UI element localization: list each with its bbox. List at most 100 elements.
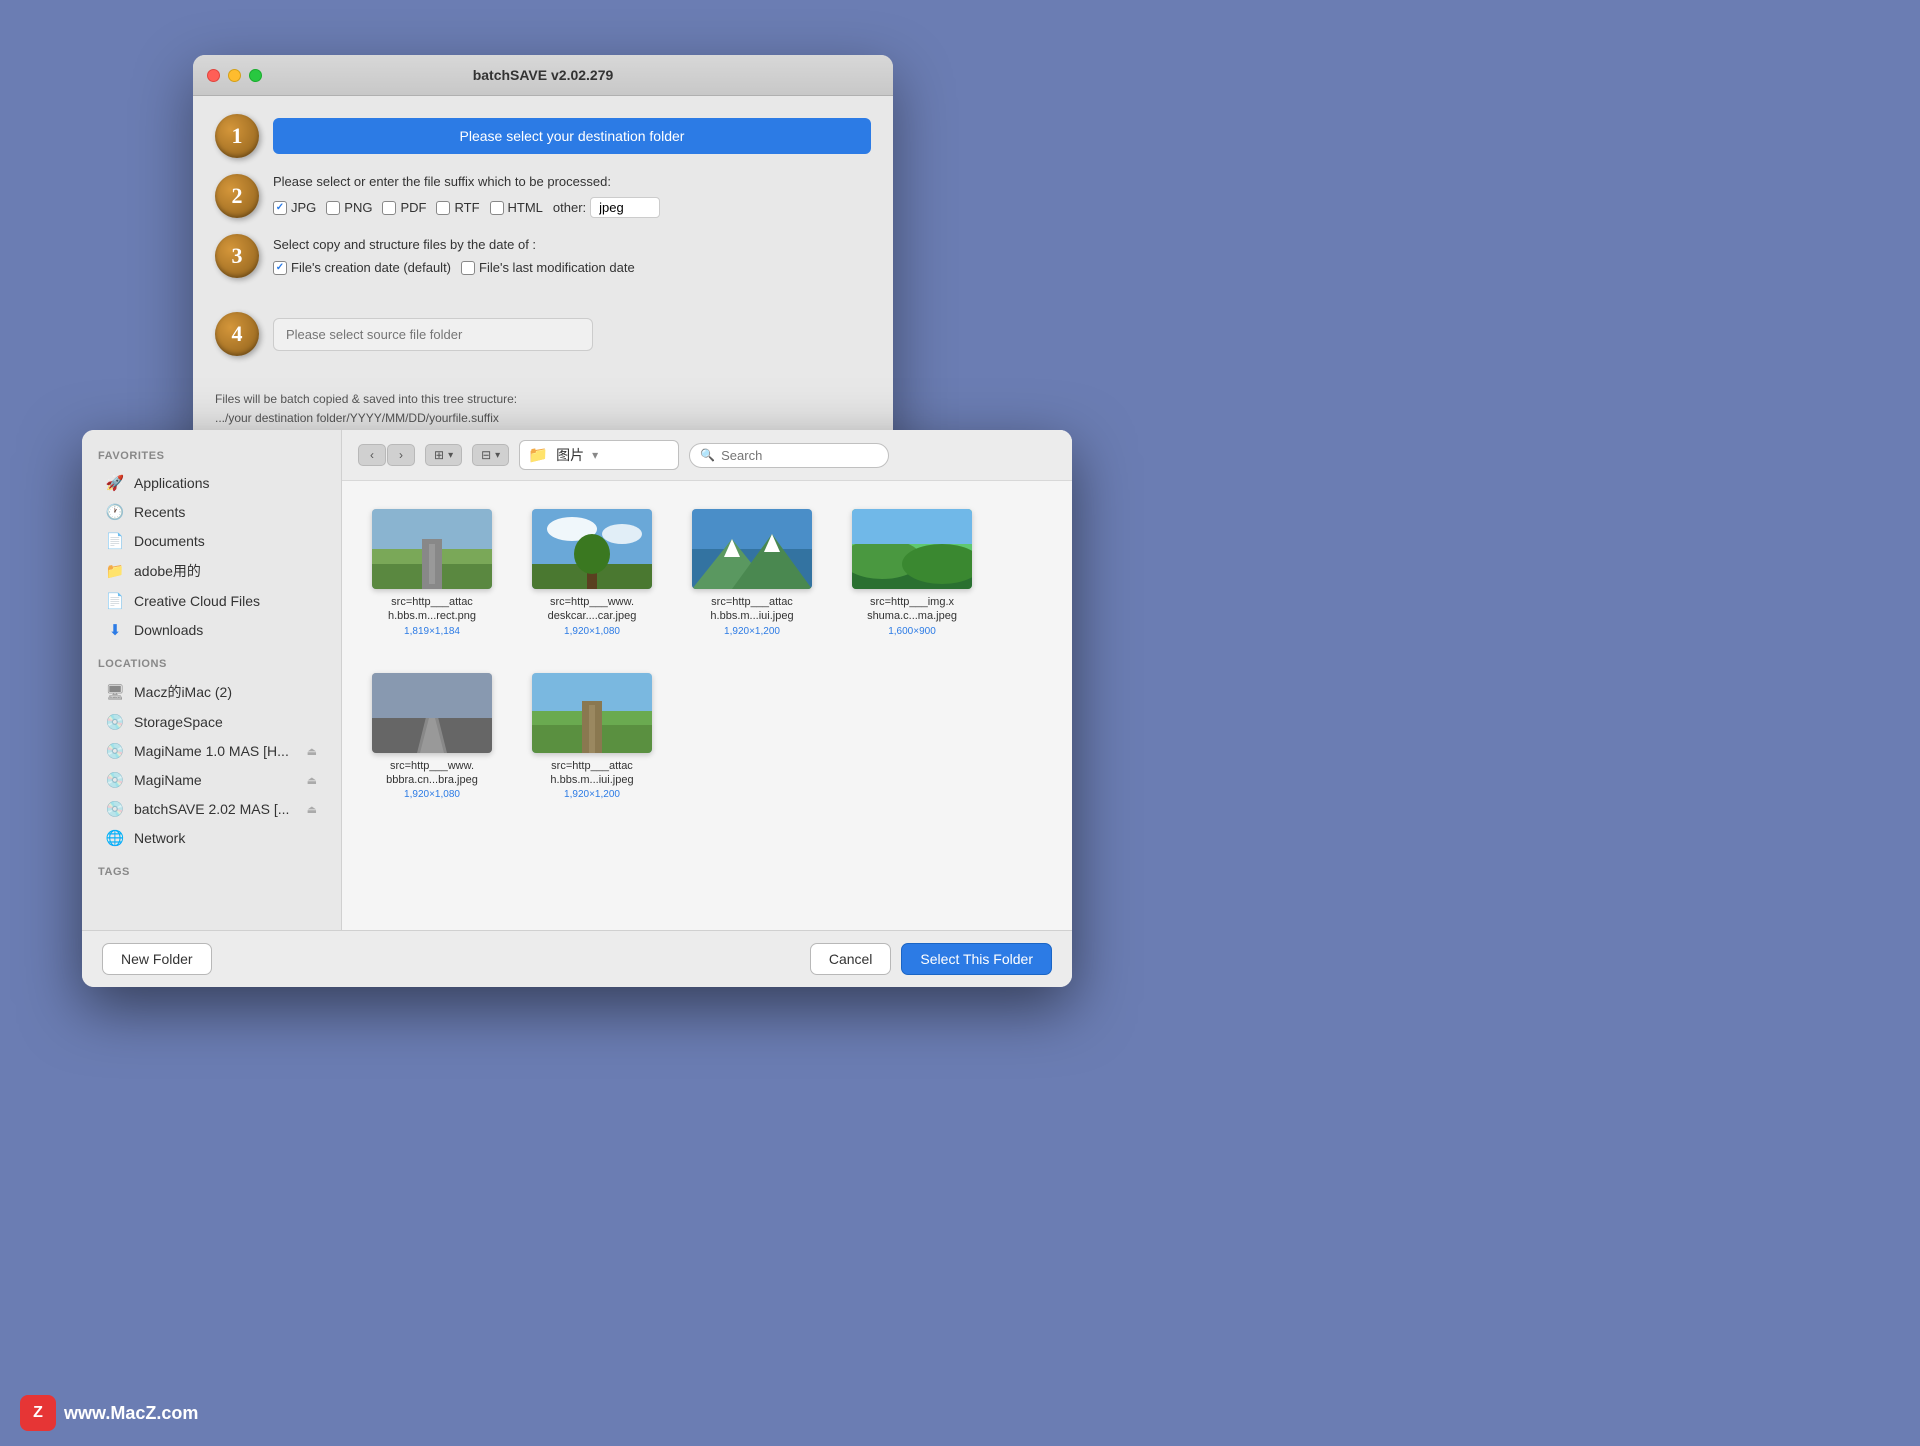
sidebar-item-downloads[interactable]: ⬇ Downloads xyxy=(90,616,333,644)
sidebar-item-documents[interactable]: 📄 Documents xyxy=(90,527,333,555)
step-2-content: Please select or enter the file suffix w… xyxy=(273,174,871,218)
locations-label: Locations xyxy=(82,658,341,676)
maginame1-label: MagiName 1.0 MAS [H... xyxy=(134,743,289,759)
minimize-button[interactable] xyxy=(228,69,241,82)
list-icon: ⊟ xyxy=(481,448,491,462)
picker-body: Favorites 🚀 Applications 🕐 Recents 📄 Doc… xyxy=(82,430,1072,930)
step-3-content: Select copy and structure files by the d… xyxy=(273,237,871,275)
file-item[interactable]: src=http___attach.bbs.m...iui.jpeg 1,920… xyxy=(682,501,822,645)
close-button[interactable] xyxy=(207,69,220,82)
grid-view-button[interactable]: ⊞ ▾ xyxy=(425,444,462,466)
html-label: HTML xyxy=(508,200,543,215)
rtf-checkbox[interactable] xyxy=(436,201,450,215)
list-chevron: ▾ xyxy=(495,450,500,461)
file-name: src=http___www.deskcar....car.jpeg xyxy=(548,595,637,624)
storage-icon: 💿 xyxy=(106,713,124,731)
file-name: src=http___www.bbbra.cn...bra.jpeg xyxy=(386,759,478,788)
creation-date-checkbox[interactable] xyxy=(273,261,287,275)
other-input[interactable] xyxy=(590,197,660,218)
file-item[interactable]: src=http___attach.bbs.m...iui.jpeg 1,920… xyxy=(522,665,662,809)
file-name: src=http___attach.bbs.m...iui.jpeg xyxy=(710,595,793,624)
sidebar-item-network[interactable]: 🌐 Network xyxy=(90,824,333,852)
pdf-checkbox[interactable] xyxy=(382,201,396,215)
creative-cloud-icon: 📄 xyxy=(106,592,124,610)
select-destination-button[interactable]: Please select your destination folder xyxy=(273,118,871,154)
adobe-icon: 📁 xyxy=(106,562,124,580)
checkbox-png[interactable]: PNG xyxy=(326,200,372,215)
back-button[interactable]: ‹ xyxy=(358,444,386,466)
picker-toolbar: ‹ › ⊞ ▾ ⊟ ▾ 📁 图片 ▾ 🔍 xyxy=(342,430,1072,481)
file-name: src=http___img.xshuma.c...ma.jpeg xyxy=(867,595,957,624)
documents-label: Documents xyxy=(134,533,205,549)
macz-watermark: Z www.MacZ.com xyxy=(20,1395,198,1431)
path-chevron-icon: ▾ xyxy=(592,448,598,462)
checkbox-creation-date[interactable]: File's creation date (default) xyxy=(273,260,451,275)
sidebar-item-maginame2[interactable]: 💿 MagiName ⏏ xyxy=(90,766,333,794)
tags-label: Tags xyxy=(82,866,341,884)
file-type-checkboxes: JPG PNG PDF RTF xyxy=(273,197,871,218)
checkbox-rtf[interactable]: RTF xyxy=(436,200,479,215)
picker-main: ‹ › ⊞ ▾ ⊟ ▾ 📁 图片 ▾ 🔍 xyxy=(342,430,1072,930)
file-dims: 1,920×1,200 xyxy=(564,789,620,800)
title-bar: batchSAVE v2.02.279 xyxy=(193,55,893,96)
path-box[interactable]: 📁 图片 ▾ xyxy=(519,440,679,470)
batchsave-eject-icon[interactable]: ⏏ xyxy=(307,803,317,816)
list-view-button[interactable]: ⊟ ▾ xyxy=(472,444,509,466)
sidebar-item-applications[interactable]: 🚀 Applications xyxy=(90,469,333,497)
png-checkbox[interactable] xyxy=(326,201,340,215)
step-3-row: 3 Select copy and structure files by the… xyxy=(215,234,871,278)
file-item[interactable]: src=http___img.xshuma.c...ma.jpeg 1,600×… xyxy=(842,501,982,645)
sidebar-item-maginame1[interactable]: 💿 MagiName 1.0 MAS [H... ⏏ xyxy=(90,737,333,765)
checkbox-html[interactable]: HTML xyxy=(490,200,543,215)
forward-button[interactable]: › xyxy=(387,444,415,466)
sidebar-item-recents[interactable]: 🕐 Recents xyxy=(90,498,333,526)
new-folder-button[interactable]: New Folder xyxy=(102,943,212,975)
maginame2-eject-icon[interactable]: ⏏ xyxy=(307,774,317,787)
file-thumbnail xyxy=(372,509,492,589)
jpg-checkbox[interactable] xyxy=(273,201,287,215)
grid-chevron: ▾ xyxy=(448,450,453,461)
file-grid: src=http___attach.bbs.m...rect.png 1,819… xyxy=(342,481,1072,930)
recents-label: Recents xyxy=(134,504,185,520)
modification-date-checkbox[interactable] xyxy=(461,261,475,275)
step-4-content xyxy=(273,318,767,351)
applications-icon: 🚀 xyxy=(106,474,124,492)
file-name: src=http___attach.bbs.m...rect.png xyxy=(388,595,476,624)
rtf-label: RTF xyxy=(454,200,479,215)
maginame2-icon: 💿 xyxy=(106,771,124,789)
cancel-button[interactable]: Cancel xyxy=(810,943,892,975)
other-label: other: xyxy=(553,200,586,215)
recents-icon: 🕐 xyxy=(106,503,124,521)
maximize-button[interactable] xyxy=(249,69,262,82)
sidebar-item-imac[interactable]: 🖥 Macz的iMac (2) xyxy=(90,677,333,707)
pdf-label: PDF xyxy=(400,200,426,215)
checkbox-other: other: xyxy=(553,197,660,218)
checkbox-pdf[interactable]: PDF xyxy=(382,200,426,215)
file-item[interactable]: src=http___www.bbbra.cn...bra.jpeg 1,920… xyxy=(362,665,502,809)
checkbox-modification-date[interactable]: File's last modification date xyxy=(461,260,635,275)
sidebar-item-batchsave[interactable]: 💿 batchSAVE 2.02 MAS [... ⏏ xyxy=(90,795,333,823)
file-dims: 1,600×900 xyxy=(888,626,936,637)
select-folder-button[interactable]: Select This Folder xyxy=(901,943,1052,975)
source-folder-input[interactable] xyxy=(273,318,593,351)
file-thumbnail xyxy=(532,673,652,753)
sidebar-item-creative-cloud[interactable]: 📄 Creative Cloud Files xyxy=(90,587,333,615)
step-1-row: 1 Please select your destination folder xyxy=(215,114,871,158)
sidebar: Favorites 🚀 Applications 🕐 Recents 📄 Doc… xyxy=(82,430,342,930)
checkbox-jpg[interactable]: JPG xyxy=(273,200,316,215)
sidebar-item-storage[interactable]: 💿 StorageSpace xyxy=(90,708,333,736)
downloads-label: Downloads xyxy=(134,622,203,638)
path-folder-icon: 📁 xyxy=(528,445,548,465)
grid-icon: ⊞ xyxy=(434,448,444,462)
file-item[interactable]: src=http___attach.bbs.m...rect.png 1,819… xyxy=(362,501,502,645)
file-item[interactable]: src=http___www.deskcar....car.jpeg 1,920… xyxy=(522,501,662,645)
html-checkbox[interactable] xyxy=(490,201,504,215)
search-input[interactable] xyxy=(721,448,878,463)
maginame1-eject-icon[interactable]: ⏏ xyxy=(307,745,317,758)
macz-logo: Z xyxy=(20,1395,56,1431)
path-label: 图片 xyxy=(556,445,584,465)
sidebar-item-adobe[interactable]: 📁 adobe用的 xyxy=(90,556,333,586)
macz-text: www.MacZ.com xyxy=(64,1403,198,1424)
search-box[interactable]: 🔍 xyxy=(689,443,889,468)
step-2-row: 2 Please select or enter the file suffix… xyxy=(215,174,871,218)
